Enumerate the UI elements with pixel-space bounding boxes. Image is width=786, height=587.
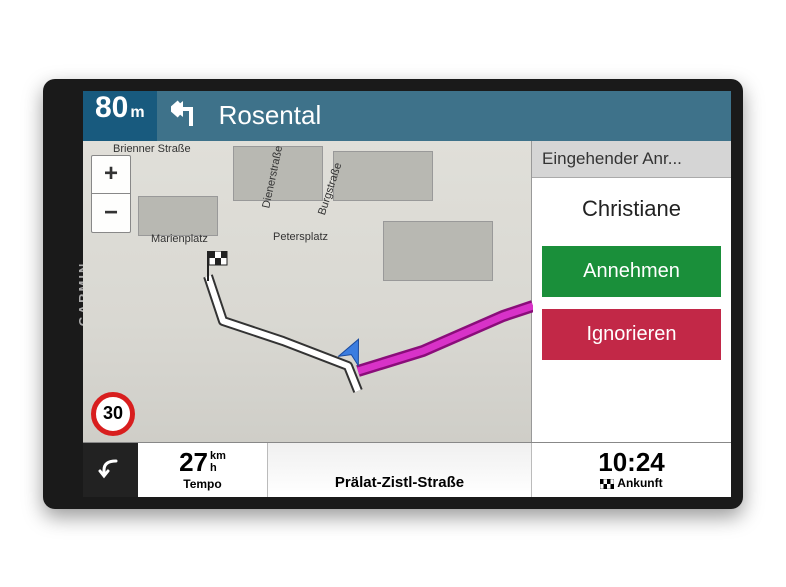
current-position-icon	[338, 336, 368, 371]
zoom-out-button[interactable]: −	[92, 194, 130, 232]
speed-unit-bot: h	[210, 462, 217, 474]
arrival-panel[interactable]: 10:24 Ankunft	[531, 443, 731, 497]
zoom-in-button[interactable]: +	[92, 156, 130, 194]
ignore-call-button[interactable]: Ignorieren	[542, 309, 721, 360]
main-area: Brienner Straße Dienerstraße Burgstraße …	[83, 141, 731, 442]
speed-unit-top: km	[210, 450, 226, 462]
street-label: Brienner Straße	[113, 143, 191, 155]
call-panel: Eingehender Anr... Christiane Annehmen I…	[531, 141, 731, 442]
map-view[interactable]: Brienner Straße Dienerstraße Burgstraße …	[83, 141, 531, 442]
back-button[interactable]	[83, 443, 138, 497]
accept-call-button[interactable]: Annehmen	[542, 246, 721, 297]
arrival-flag-icon	[600, 479, 614, 489]
distance-box: 80 m	[83, 91, 157, 141]
caller-name: Christiane	[532, 178, 731, 240]
turn-left-icon	[171, 96, 205, 135]
speed-limit-value: 30	[103, 403, 123, 424]
nav-header[interactable]: 80 m Rosental	[83, 91, 731, 141]
zoom-control: + −	[91, 155, 131, 233]
bottom-bar: 27kmh Tempo Prälat-Zistl-Straße 10:24 An…	[83, 442, 731, 497]
destination-name: Rosental	[219, 100, 322, 131]
destination-flag-icon	[203, 251, 229, 288]
current-road[interactable]: Prälat-Zistl-Straße	[268, 443, 531, 497]
screen: 80 m Rosental	[83, 91, 731, 497]
call-panel-title: Eingehender Anr...	[532, 141, 731, 178]
back-arrow-icon	[98, 457, 124, 483]
speed-value: 27	[179, 447, 208, 477]
street-label: Marienplatz	[151, 233, 208, 245]
speed-row: 27kmh	[179, 449, 226, 476]
distance-unit: m	[130, 104, 144, 122]
street-label: Petersplatz	[273, 231, 328, 243]
distance-value: 80	[95, 91, 128, 125]
arrival-time: 10:24	[598, 449, 665, 475]
speed-limit-sign: 30	[91, 392, 135, 436]
speed-panel[interactable]: 27kmh Tempo	[138, 443, 268, 497]
speed-label: Tempo	[183, 477, 221, 491]
arrival-label: Ankunft	[617, 476, 662, 490]
gps-device: GARMIN 80 m Rosental	[43, 79, 743, 509]
